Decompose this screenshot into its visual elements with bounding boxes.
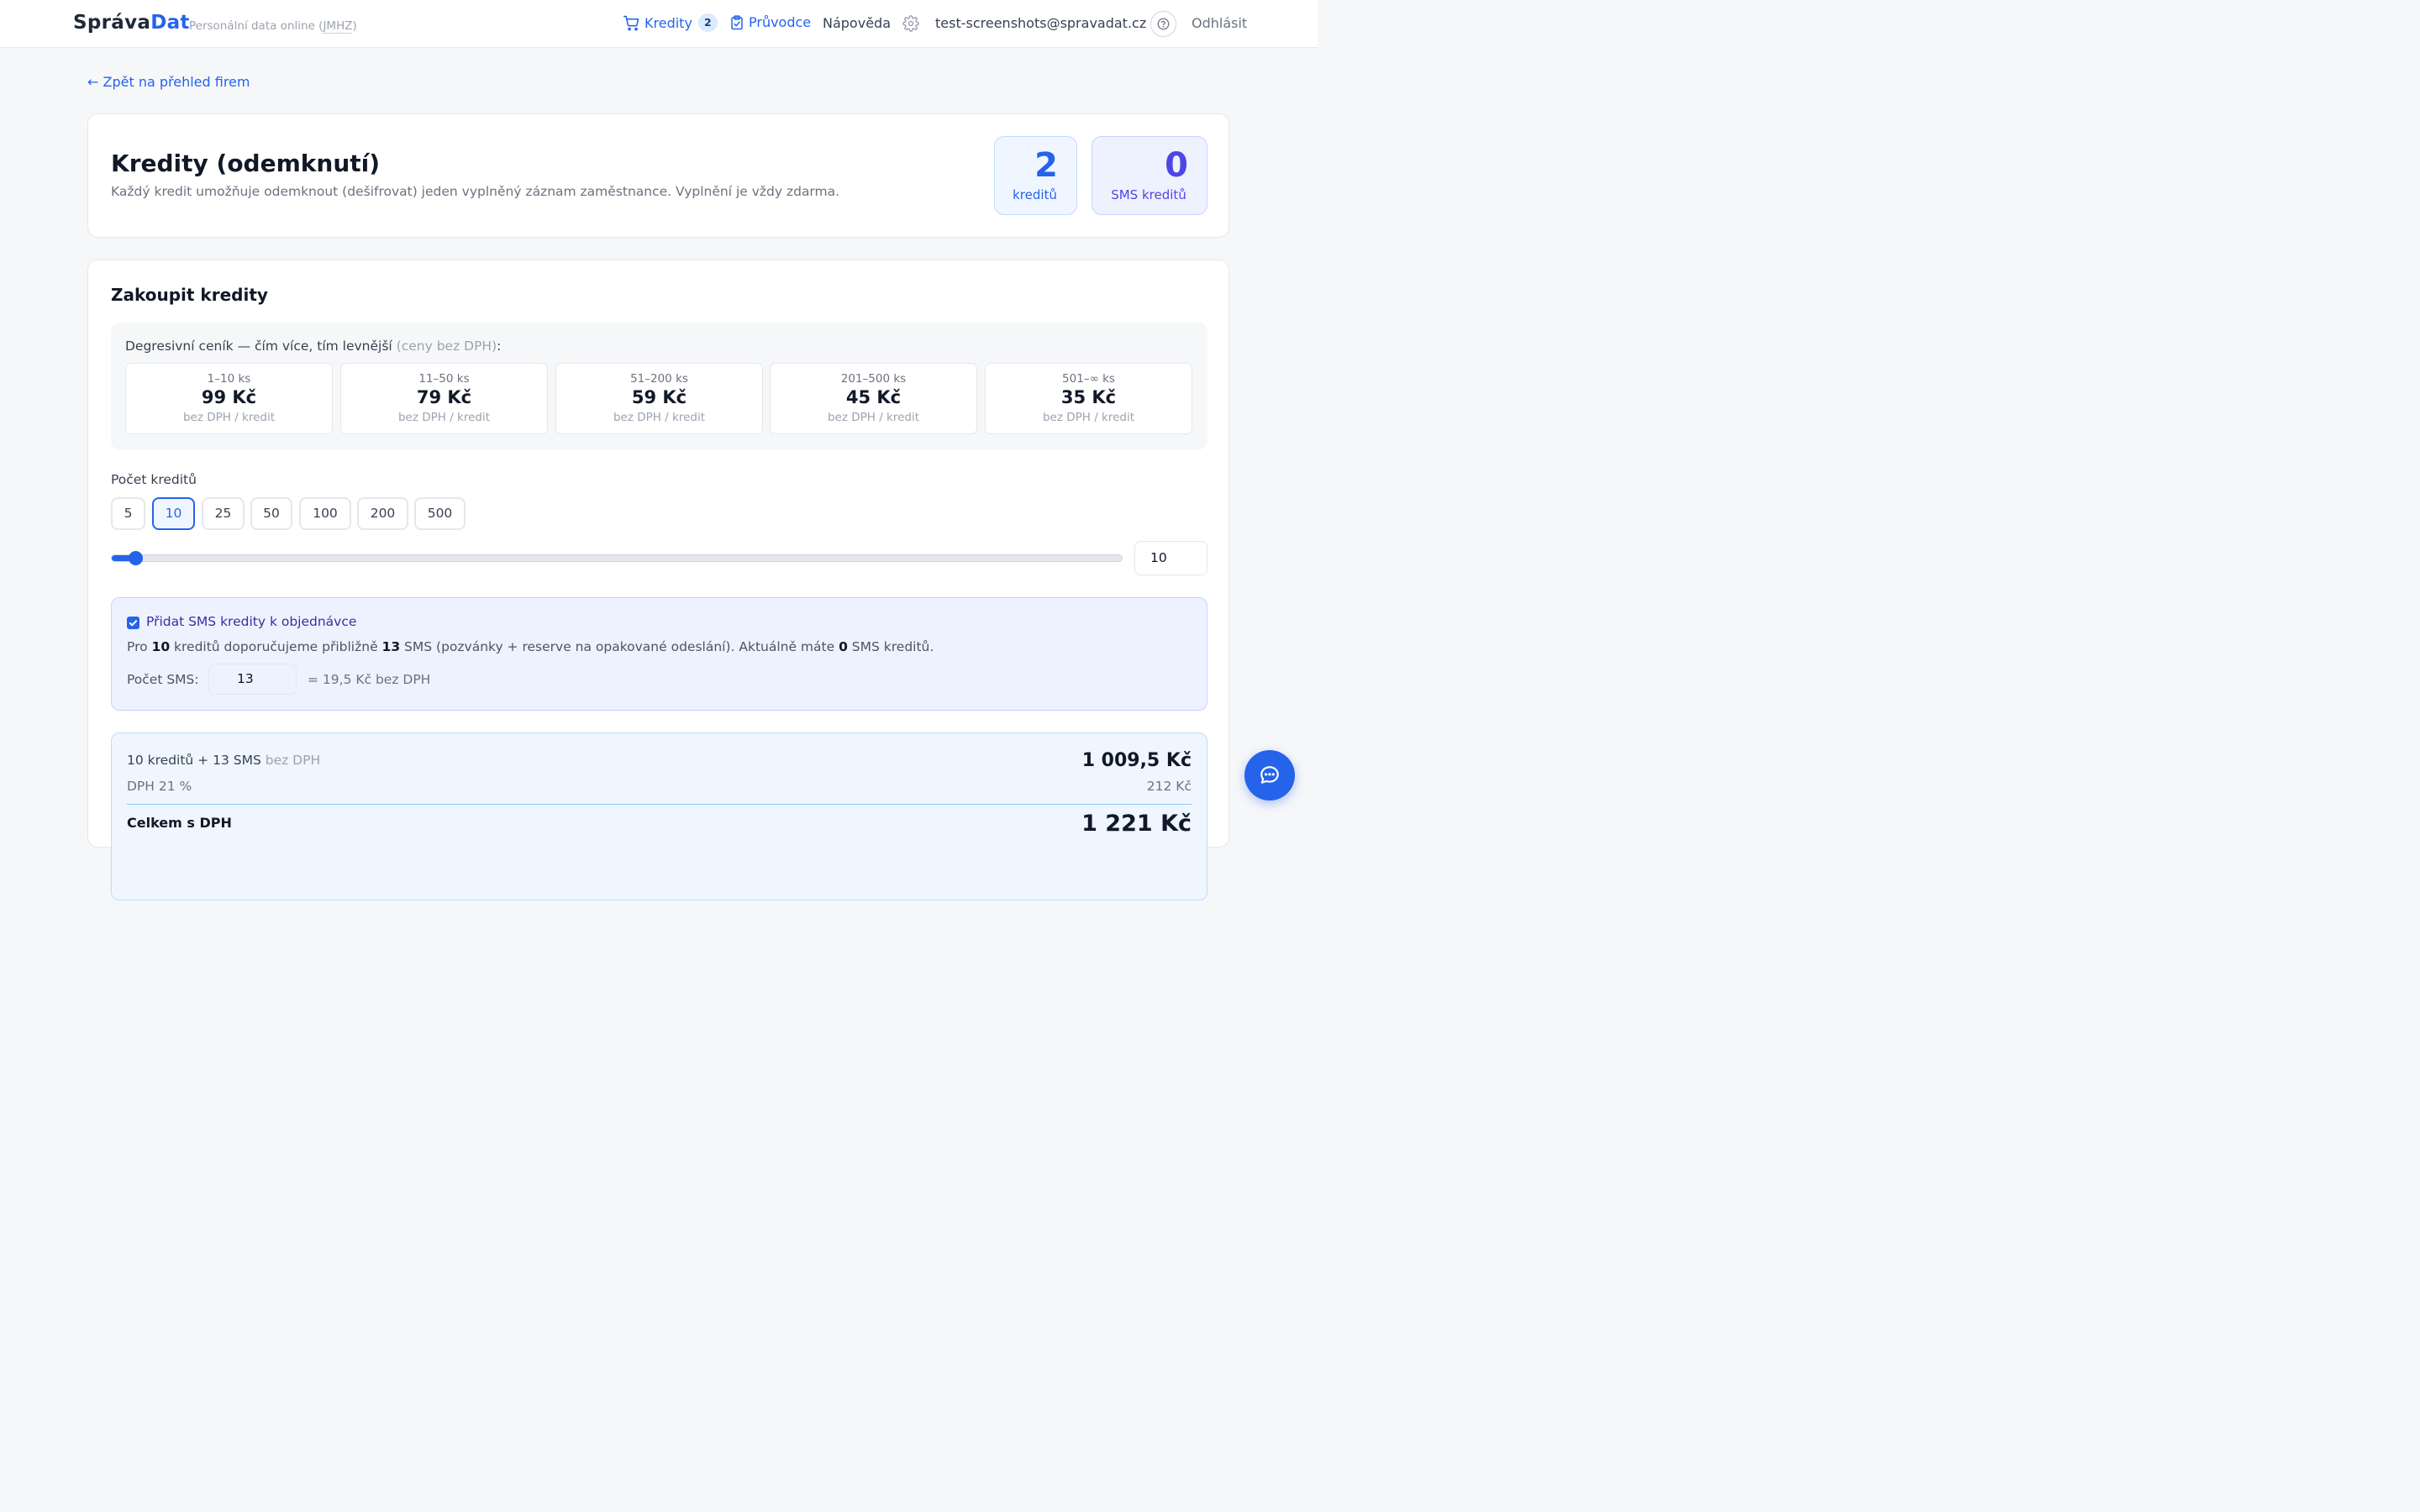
nav-guide-link[interactable]: Průvodce [730, 14, 811, 30]
sms-addon-box: Přidat SMS kredity k objednávce Pro 10 k… [111, 597, 1207, 711]
credits-balance-box: 2 kreditů [994, 136, 1077, 215]
price-tier: 201–500 ks 45 Kč bez DPH / kredit [770, 363, 977, 434]
nav-credits-link[interactable]: Kredity 2 [623, 13, 718, 32]
tier-unit: bez DPH / kredit [397, 411, 491, 424]
sms-balance-box: 0 SMS kreditů [1092, 136, 1207, 215]
sms-price-text: = 19,5 Kč bez DPH [308, 672, 431, 687]
credit-count-label: Počet kreditů [111, 472, 197, 487]
back-to-companies-link[interactable]: ← Zpět na přehled firem [87, 74, 250, 90]
summary-total-value: 1 221 Kč [1081, 811, 1192, 837]
tier-price: 99 Kč [201, 387, 257, 407]
sms-recommendation-text: Pro 10 kreditů doporučujeme přibližně 13… [127, 639, 934, 654]
user-email[interactable]: test-screenshots@spravadat.cz [935, 15, 1146, 31]
purchase-title: Zakoupit kredity [111, 285, 268, 305]
quantity-option-200[interactable]: 200 [357, 497, 408, 530]
quantity-option-500[interactable]: 500 [414, 497, 466, 530]
tier-unit: bez DPH / kredit [827, 411, 920, 424]
tier-range: 51–200 ks [630, 372, 688, 386]
tagline-abbr: JMHZ [323, 19, 353, 34]
price-tier: 11–50 ks 79 Kč bez DPH / kredit [340, 363, 548, 434]
nav-credits-label: Kredity [644, 14, 692, 31]
order-summary-box: 10 kreditů + 13 SMS bez DPH 1 009,5 Kč D… [111, 732, 1207, 900]
page-title: Kredity (odemknutí) [111, 150, 381, 177]
tier-unit: bez DPH / kredit [613, 411, 706, 424]
credits-balance-value: 2 [1034, 146, 1058, 185]
tier-range: 201–500 ks [840, 372, 907, 386]
sms-addon-checkbox[interactable] [127, 617, 139, 629]
help-question-icon[interactable] [1150, 11, 1176, 37]
price-tier: 51–200 ks 59 Kč bez DPH / kredit [555, 363, 763, 434]
credits-balance-label: kreditů [1013, 187, 1057, 202]
tier-range: 11–50 ks [418, 372, 470, 386]
price-tier: 1–10 ks 99 Kč bez DPH / kredit [125, 363, 333, 434]
pricing-intro: Degresivní ceník — čím více, tím levnějš… [125, 339, 502, 354]
summary-vat-value: 212 Kč [1146, 779, 1192, 794]
nav-help-link[interactable]: Nápověda [823, 15, 891, 31]
tier-unit: bez DPH / kredit [182, 411, 276, 424]
brand-tagline: Personální data online (JMHZ) [189, 19, 357, 34]
quantity-option-100[interactable]: 100 [299, 497, 351, 530]
quantity-option-10[interactable]: 10 [152, 497, 195, 530]
sms-balance-label: SMS kreditů [1111, 187, 1186, 202]
settings-gear-icon[interactable] [902, 15, 919, 35]
summary-items-label: 10 kreditů + 13 SMS bez DPH [127, 753, 321, 768]
tier-price: 45 Kč [845, 387, 902, 407]
sms-count-input[interactable]: 13 [208, 664, 297, 695]
brand-logo[interactable]: SprávaDat [73, 12, 190, 34]
credit-count-input[interactable]: 10 [1134, 541, 1207, 575]
summary-divider [127, 804, 1192, 805]
pricing-box: Degresivní ceník — čím více, tím levnějš… [111, 323, 1207, 449]
checkmark-icon [129, 620, 138, 627]
price-tier: 501–∞ ks 35 Kč bez DPH / kredit [985, 363, 1192, 434]
tier-range: 501–∞ ks [1062, 372, 1115, 386]
sms-count-label: Počet SMS: [127, 672, 199, 687]
quantity-option-5[interactable]: 5 [111, 497, 145, 530]
quantity-option-50[interactable]: 50 [250, 497, 292, 530]
tier-price: 79 Kč [416, 387, 472, 407]
chat-support-button[interactable] [1244, 750, 1295, 801]
tier-range: 1–10 ks [207, 372, 251, 386]
page-subtitle: Každý kredit umožňuje odemknout (dešifro… [111, 184, 840, 199]
tier-price: 35 Kč [1060, 387, 1117, 407]
tier-unit: bez DPH / kredit [1042, 411, 1135, 424]
clipboard-check-icon [731, 14, 743, 29]
purchase-credits-card: Zakoupit kredity Degresivní ceník — čím … [87, 260, 1229, 900]
quantity-option-25[interactable]: 25 [202, 497, 245, 530]
chat-bubble-icon [1260, 766, 1279, 784]
sms-balance-value: 0 [1165, 146, 1188, 185]
summary-vat-label: DPH 21 % [127, 779, 192, 794]
summary-subtotal-value: 1 009,5 Kč [1081, 750, 1192, 771]
credits-summary-card: Kredity (odemknutí) Každý kredit umožňuj… [87, 113, 1229, 238]
credits-count-badge: 2 [697, 13, 718, 32]
sms-addon-label[interactable]: Přidat SMS kredity k objednávce [146, 614, 356, 629]
top-navbar: SprávaDat Personální data online (JMHZ) … [0, 0, 1318, 48]
nav-guide-label: Průvodce [749, 14, 812, 30]
cart-icon [623, 15, 639, 30]
credit-slider-track[interactable] [111, 554, 1123, 562]
logout-link[interactable]: Odhlásit [1192, 15, 1247, 31]
summary-total-label: Celkem s DPH [127, 815, 232, 831]
tier-price: 59 Kč [631, 387, 687, 407]
credit-slider-thumb[interactable] [129, 551, 144, 565]
